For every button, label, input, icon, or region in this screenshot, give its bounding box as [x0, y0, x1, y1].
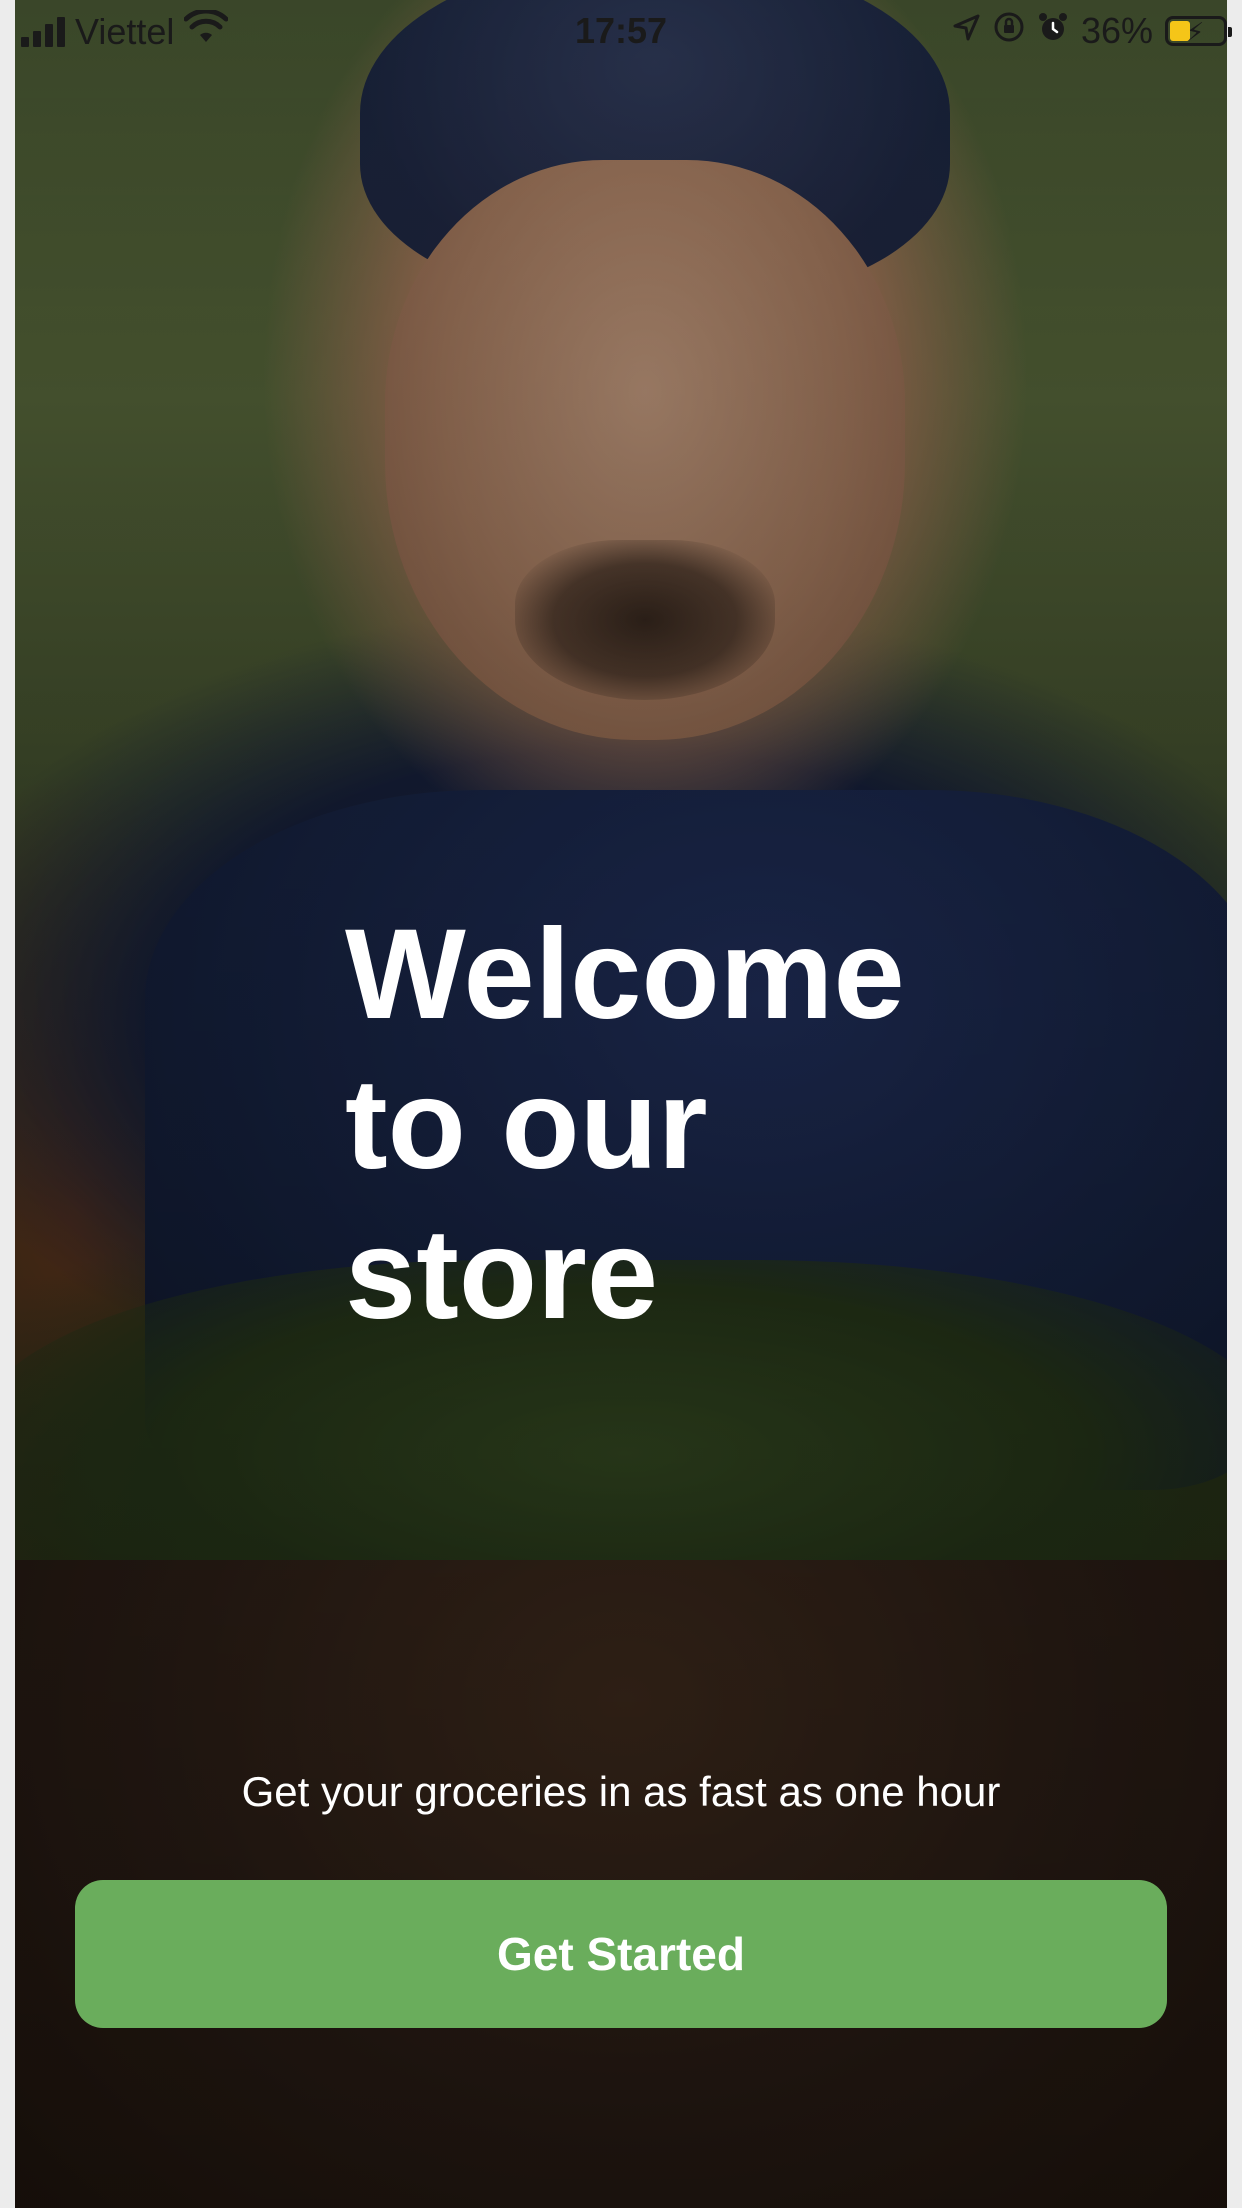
- charging-bolt-icon: ⚡: [1186, 17, 1205, 47]
- location-icon: [951, 10, 981, 52]
- welcome-headline: Welcome to our store: [345, 900, 1045, 1350]
- headline-line: to our: [345, 1053, 708, 1196]
- welcome-subtitle: Get your groceries in as fast as one hou…: [241, 1768, 1001, 1815]
- status-bar: Viettel 17:57 36% ⚡: [15, 0, 1232, 62]
- status-right: 36% ⚡: [951, 10, 1232, 52]
- battery-nub: [1228, 27, 1232, 37]
- orientation-lock-icon: [993, 10, 1025, 52]
- battery-charging-icon: ⚡: [1165, 16, 1232, 47]
- get-started-button[interactable]: Get Started: [75, 1880, 1167, 2028]
- alarm-icon: [1037, 10, 1069, 52]
- battery-percent: 36%: [1080, 10, 1153, 51]
- headline-line: Welcome: [345, 903, 905, 1046]
- headline-line: store: [345, 1203, 658, 1346]
